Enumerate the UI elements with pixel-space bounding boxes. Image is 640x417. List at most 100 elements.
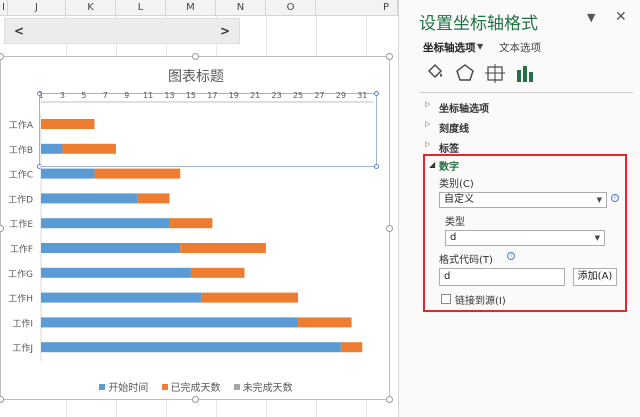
column-header[interactable]: N xyxy=(216,0,266,16)
section-title[interactable]: 数字 xyxy=(439,158,459,173)
x-tick-label: 25 xyxy=(293,91,303,100)
column-header[interactable]: M xyxy=(166,0,216,16)
scroll-left-button[interactable]: < xyxy=(7,19,31,43)
format-axis-pane: 设置坐标轴格式 ▼ ✕ 坐标轴选项 ▼ 文本选项 ▷ 坐标轴选项 ▷ 刻度线 ▷… xyxy=(398,0,640,417)
info-icon: i xyxy=(611,194,619,202)
column-header-row: I J K L M N O P xyxy=(0,0,398,16)
pane-title: 设置坐标轴格式 xyxy=(419,14,538,34)
bar-segment[interactable] xyxy=(190,267,245,278)
x-tick-label: 1 xyxy=(38,91,43,100)
chevron-right-icon: ▷ xyxy=(425,140,431,148)
x-tick-label: 7 xyxy=(103,91,108,100)
bar-segment[interactable] xyxy=(340,342,363,353)
bar-segment[interactable] xyxy=(41,119,95,129)
bar-segment[interactable] xyxy=(62,143,116,154)
column-header[interactable]: J xyxy=(8,0,66,16)
category-label: 工作G xyxy=(8,268,33,280)
type-select[interactable]: d ▼ xyxy=(445,230,605,246)
chevron-down-icon[interactable]: ◢ xyxy=(429,160,435,169)
bar-segment[interactable] xyxy=(41,342,341,353)
category-label: 工作A xyxy=(9,119,34,131)
bar-segment[interactable] xyxy=(180,243,266,253)
x-tick-label: 5 xyxy=(81,91,86,100)
link-to-source-label[interactable]: 链接到源(I) xyxy=(455,292,506,307)
category-label: 类别(C) xyxy=(439,179,474,190)
section-label: 坐标轴选项 xyxy=(439,104,489,115)
scroll-control: < > xyxy=(4,18,240,44)
scroll-right-button[interactable]: > xyxy=(213,19,237,43)
bar-segment[interactable] xyxy=(41,292,202,303)
x-tick-label: 19 xyxy=(229,91,239,100)
chart-legend[interactable]: 开始时间 已完成天数 未完成天数 xyxy=(1,379,391,394)
x-tick-label: 31 xyxy=(357,91,367,100)
format-code-input[interactable]: d xyxy=(439,268,565,286)
category-label: 工作E xyxy=(9,218,33,230)
bar-segment[interactable] xyxy=(41,243,181,253)
chevron-right-icon: ▷ xyxy=(425,100,431,108)
x-tick-label: 17 xyxy=(207,91,217,100)
legend-entry: 已完成天数 xyxy=(161,379,221,394)
category-select[interactable]: 自定义 ▼ xyxy=(439,192,607,208)
bar-segment[interactable] xyxy=(169,218,213,229)
category-label: 工作I xyxy=(12,317,33,329)
x-tick-label: 21 xyxy=(250,91,260,100)
legend-label: 未完成天数 xyxy=(242,383,293,394)
type-value: d xyxy=(450,232,457,243)
x-tick-label: 3 xyxy=(60,91,65,100)
category-label: 工作B xyxy=(9,144,33,156)
x-tick-label: 27 xyxy=(314,91,324,100)
legend-swatch xyxy=(161,384,168,390)
section-label: 标签 xyxy=(439,144,459,155)
column-header[interactable]: I xyxy=(0,0,8,16)
tab-axis-options[interactable]: 坐标轴选项 xyxy=(423,40,476,55)
link-to-source-checkbox[interactable] xyxy=(441,294,451,304)
gantt-chart[interactable]: 图表标题 1 3 5 7 9 11 13 15 17 19 21 23 25 27 29 31 工作A 工作B 工作… xyxy=(0,53,393,403)
bar-segment[interactable] xyxy=(41,193,138,204)
bar-segment[interactable] xyxy=(41,168,95,179)
legend-swatch xyxy=(233,384,240,390)
x-tick-label: 13 xyxy=(164,91,174,100)
pentagon-icon[interactable] xyxy=(453,62,477,84)
number-section: ◢ 数字 类别(C) 自定义 ▼ i 类型 d ▼ 格式代码(T) i d 添加… xyxy=(423,154,627,312)
bar-segment[interactable] xyxy=(94,168,181,179)
chevron-right-icon: ▷ xyxy=(425,120,431,128)
legend-entry: 开始时间 xyxy=(99,379,148,394)
bar-segment[interactable] xyxy=(41,218,170,229)
chevron-down-icon[interactable]: ▼ xyxy=(587,11,595,24)
column-header[interactable]: P xyxy=(316,0,398,16)
chevron-down-icon[interactable]: ▼ xyxy=(477,42,483,51)
plot-area: 1 3 5 7 9 11 13 15 17 19 21 23 25 27 29 31工作A工作B工作C工作D工… xyxy=(8,91,373,361)
category-label: 工作C xyxy=(9,169,33,181)
paint-bucket-icon[interactable] xyxy=(423,62,447,84)
column-header[interactable]: K xyxy=(66,0,116,16)
bar-chart-icon[interactable] xyxy=(513,62,537,84)
bar-segment[interactable] xyxy=(298,317,352,328)
close-icon[interactable]: ✕ xyxy=(615,9,627,25)
category-label: 工作D xyxy=(8,193,33,205)
category-value: 自定义 xyxy=(444,194,474,205)
column-header[interactable]: L xyxy=(116,0,166,16)
bar-segment[interactable] xyxy=(41,267,191,278)
bar-segment[interactable] xyxy=(137,193,170,204)
x-tick-label: 9 xyxy=(124,91,129,100)
legend-swatch xyxy=(99,384,106,390)
category-label: 工作H xyxy=(8,293,33,305)
add-button[interactable]: 添加(A) xyxy=(573,268,617,286)
bar-segment[interactable] xyxy=(41,143,63,154)
type-label: 类型 xyxy=(445,217,465,228)
x-tick-label: 11 xyxy=(143,91,153,100)
bar-segment[interactable] xyxy=(201,292,299,303)
x-tick-label: 29 xyxy=(336,91,346,100)
chevron-down-icon: ▼ xyxy=(596,196,602,204)
size-properties-icon[interactable] xyxy=(483,62,507,84)
legend-entry: 未完成天数 xyxy=(233,379,293,394)
column-header[interactable]: O xyxy=(266,0,316,16)
bar-segment[interactable] xyxy=(41,317,299,328)
section-label: 刻度线 xyxy=(439,124,469,135)
tab-text-options[interactable]: 文本选项 xyxy=(499,40,541,55)
divider xyxy=(419,92,633,93)
spreadsheet-area: I J K L M N O P < > 图表标题 1 3 5 7 9 11 13 15 17 19 xyxy=(0,0,398,417)
x-tick-label: 15 xyxy=(186,91,196,100)
legend-label: 已完成天数 xyxy=(170,383,221,394)
x-tick-label: 23 xyxy=(272,91,282,100)
